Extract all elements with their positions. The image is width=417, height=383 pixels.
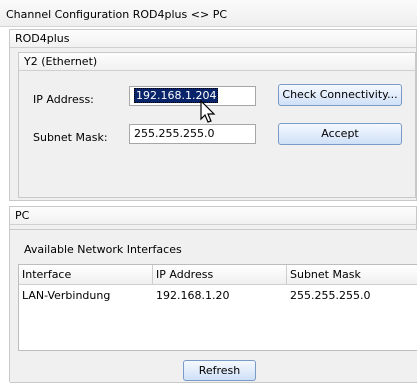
interfaces-panel: Available Network Interfaces Interface I…: [10, 229, 417, 383]
window-title: Channel Configuration ROD4plus <> PC: [6, 8, 228, 21]
cell-ip-address: 192.168.1.20: [156, 289, 230, 302]
subnet-mask-label: Subnet Mask:: [33, 131, 108, 144]
subnet-mask-value: 255.255.255.0: [134, 127, 215, 140]
mouse-pointer-icon: [200, 100, 216, 123]
accept-button[interactable]: Accept: [278, 123, 402, 145]
pc-group-title: PC: [10, 207, 416, 225]
interfaces-table: Interface IP Address Subnet Mask LAN-Ver…: [18, 264, 417, 351]
check-connectivity-button[interactable]: Check Connectivity...: [278, 84, 402, 106]
refresh-button[interactable]: Refresh: [183, 360, 256, 381]
ip-address-input[interactable]: 192.168.1.204: [129, 86, 256, 106]
column-header-subnet-mask[interactable]: Subnet Mask: [287, 265, 417, 285]
cell-interface: LAN-Verbindung: [22, 289, 111, 302]
rod4plus-group-title: ROD4plus: [10, 30, 416, 48]
table-row[interactable]: LAN-Verbindung 192.168.1.20 255.255.255.…: [19, 286, 417, 306]
ethernet-group: Y2 (Ethernet) IP Address: 192.168.1.204 …: [18, 52, 416, 198]
ip-address-label: IP Address:: [33, 93, 94, 106]
window-title-bar: Channel Configuration ROD4plus <> PC: [0, 0, 417, 27]
pc-group: PC Available Network Interfaces Interfac…: [9, 206, 417, 383]
column-header-interface[interactable]: Interface: [19, 265, 153, 285]
ethernet-group-title: Y2 (Ethernet): [19, 53, 415, 71]
interfaces-title: Available Network Interfaces: [24, 243, 182, 256]
cell-subnet-mask: 255.255.255.0: [290, 289, 371, 302]
subnet-mask-input[interactable]: 255.255.255.0: [129, 124, 256, 144]
column-header-ip-address[interactable]: IP Address: [153, 265, 287, 285]
